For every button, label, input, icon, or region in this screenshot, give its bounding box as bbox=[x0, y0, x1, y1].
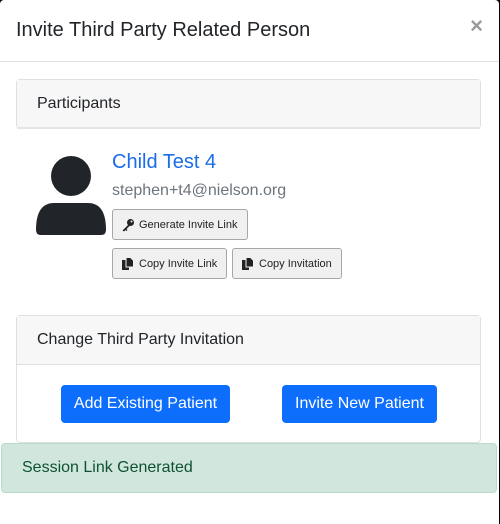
change-invitation-header: Change Third Party Invitation bbox=[17, 316, 480, 365]
participants-header: Participants bbox=[17, 80, 480, 129]
copy-invite-link-button[interactable]: Copy Invite Link bbox=[112, 248, 227, 279]
generate-invite-link-button[interactable]: Generate Invite Link bbox=[112, 209, 248, 240]
key-icon bbox=[122, 218, 134, 231]
copy-icon bbox=[242, 256, 254, 270]
copy-invitation-label: Copy Invitation bbox=[259, 257, 332, 270]
add-existing-patient-button[interactable]: Add Existing Patient bbox=[61, 385, 230, 423]
user-avatar-icon bbox=[36, 156, 106, 235]
change-invitation-card: Change Third Party Invitation bbox=[16, 315, 481, 443]
modal-title: Invite Third Party Related Person bbox=[16, 19, 311, 41]
modal-header: Invite Third Party Related Person × bbox=[0, 0, 499, 62]
copy-invitation-button[interactable]: Copy Invitation bbox=[232, 248, 342, 279]
invite-new-patient-button[interactable]: Invite New Patient bbox=[282, 385, 437, 423]
copy-invite-link-label: Copy Invite Link bbox=[139, 257, 218, 270]
success-alert: Session Link Generated bbox=[1, 443, 497, 493]
invite-modal: Invite Third Party Related Person × Part… bbox=[0, 0, 499, 524]
close-button[interactable]: × bbox=[470, 15, 483, 37]
participant-name-link[interactable]: Child Test 4 bbox=[112, 151, 216, 174]
participants-card: Participants bbox=[16, 79, 481, 129]
generate-invite-link-label: Generate Invite Link bbox=[139, 218, 238, 231]
participant-email: stephen+t4@nielson.org bbox=[112, 182, 287, 199]
copy-icon bbox=[122, 256, 134, 270]
